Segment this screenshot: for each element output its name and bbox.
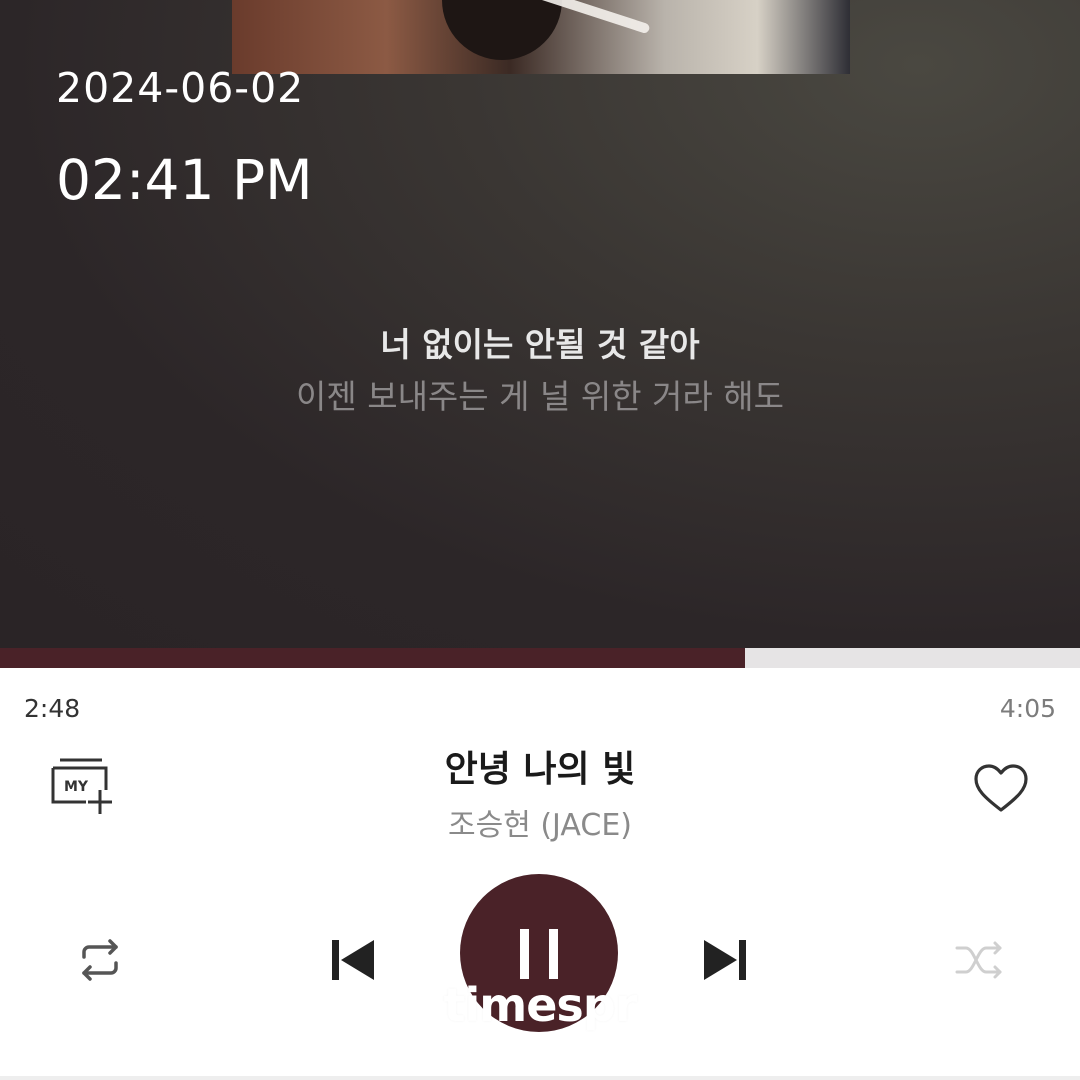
bottom-divider: [0, 1076, 1080, 1080]
song-title: 안녕 나의 빛: [444, 749, 636, 790]
lyric-next-line[interactable]: 이젠 보내주는 게 널 위한 거라 해도: [0, 370, 1080, 418]
date-display: 2024-06-02: [56, 64, 305, 112]
repeat-icon: [82, 939, 118, 981]
watermark: timespr: [443, 978, 638, 1032]
previous-track-button[interactable]: [330, 938, 376, 982]
favorite-button[interactable]: [972, 763, 1030, 815]
progress-bar[interactable]: [0, 648, 1080, 668]
elapsed-time: 2:48: [24, 694, 81, 723]
total-time: 4:05: [999, 694, 1056, 723]
time-display: 02:41 PM: [56, 148, 313, 212]
repeat-button[interactable]: [74, 938, 126, 982]
shuffle-button[interactable]: [954, 938, 1006, 982]
heart-outline-icon: [974, 764, 1028, 812]
progress-fill: [0, 648, 746, 668]
album-art: [232, 0, 850, 74]
skip-next-icon: [704, 940, 746, 980]
next-track-button[interactable]: [702, 938, 748, 982]
song-artist[interactable]: 조승현 (JACE): [0, 800, 1080, 844]
now-playing-background: 2024-06-02 02:41 PM 너 없이는 안될 것 같아 이젠 보내주…: [0, 0, 1080, 648]
lyric-current-line[interactable]: 너 없이는 안될 것 같아: [0, 318, 1080, 366]
shuffle-icon: [955, 941, 1002, 979]
skip-previous-icon: [332, 940, 374, 980]
